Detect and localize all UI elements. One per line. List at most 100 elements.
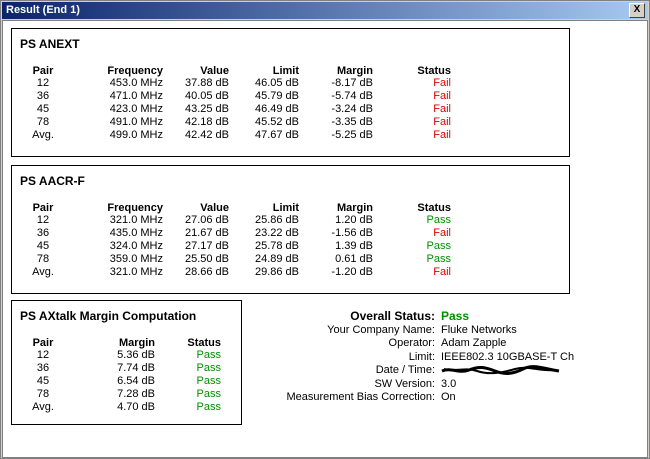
limit-cell: 25.86 dB (254, 214, 299, 226)
status-cell: Fail (433, 227, 451, 239)
limit-cell: 45.52 dB (254, 116, 299, 128)
table-row: 45 324.0 MHz 27.17 dB 25.78 dB 1.39 dB P… (23, 240, 451, 253)
col-header-margin: Margin (336, 64, 373, 77)
window-title: Result (End 1) (6, 4, 80, 16)
operator-value: Adam Zapple (441, 337, 507, 350)
margin-cell: 1.20 dB (335, 214, 373, 226)
company-value: Fluke Networks (441, 323, 517, 336)
datetime-label: Date / Time: (375, 364, 435, 377)
status-cell: Pass (426, 240, 451, 252)
datetime-value-redacted (441, 364, 574, 378)
pair-cell: 12 (36, 214, 50, 226)
ps-aacrf-table: Pair Frequency Value Limit Margin Status… (23, 201, 451, 279)
redaction-scribble (441, 365, 560, 376)
frequency-cell: 471.0 MHz (109, 90, 163, 102)
pair-cell: Avg. (32, 401, 54, 413)
table-row: Avg. 4.70 dB Pass (23, 401, 221, 414)
margin-cell: 1.39 dB (335, 240, 373, 252)
col-header-status: Status (417, 201, 451, 214)
title-bar[interactable]: Result (End 1) X (2, 2, 648, 19)
pair-cell: 36 (36, 227, 50, 239)
limit-row: Limit: IEEE802.3 10GBASE-T Ch (265, 351, 574, 365)
status-cell: Pass (196, 401, 221, 413)
result-window: Result (End 1) X PS ANEXT Pair Frequency… (0, 0, 650, 459)
limit-cell: 47.67 dB (254, 129, 299, 141)
close-button[interactable]: X (629, 3, 645, 18)
pair-cell: 78 (36, 253, 50, 265)
margin-cell: -5.74 dB (331, 90, 373, 102)
pair-cell: 12 (36, 77, 50, 89)
table-header-row: Pair Frequency Value Limit Margin Status (23, 64, 451, 77)
margin-cell: -3.35 dB (331, 116, 373, 128)
frequency-cell: 499.0 MHz (109, 129, 163, 141)
table-row: 12 321.0 MHz 27.06 dB 25.86 dB 1.20 dB P… (23, 214, 451, 227)
table-row: 36 435.0 MHz 21.67 dB 23.22 dB -1.56 dB … (23, 227, 451, 240)
pair-cell: 36 (36, 362, 50, 374)
col-header-margin: Margin (118, 336, 155, 349)
table-row: 45 423.0 MHz 43.25 dB 46.49 dB -3.24 dB … (23, 103, 451, 116)
limit-cell: 24.89 dB (254, 253, 299, 265)
limit-cell: 46.49 dB (254, 103, 299, 115)
table-row: Avg. 499.0 MHz 42.42 dB 47.67 dB -5.25 d… (23, 129, 451, 142)
margin-cell: 4.70 dB (117, 401, 155, 413)
frequency-cell: 321.0 MHz (109, 214, 163, 226)
table-row: 78 7.28 dB Pass (23, 388, 221, 401)
margin-cell: 5.36 dB (117, 349, 155, 361)
status-cell: Pass (196, 349, 221, 361)
frequency-cell: 359.0 MHz (109, 253, 163, 265)
col-header-limit: Limit (272, 201, 299, 214)
limit-label: Limit: (408, 350, 435, 363)
status-cell: Fail (433, 77, 451, 89)
limit-cell: 25.78 dB (254, 240, 299, 252)
table-row: 12 453.0 MHz 37.88 dB 46.05 dB -8.17 dB … (23, 77, 451, 90)
value-cell: 37.88 dB (184, 77, 229, 89)
value-cell: 28.66 dB (184, 266, 229, 278)
sw-version-value: 3.0 (441, 377, 457, 390)
margin-cell: 7.74 dB (117, 362, 155, 374)
col-header-frequency: Frequency (107, 201, 163, 214)
status-cell: Fail (433, 90, 451, 102)
margin-cell: 0.61 dB (335, 253, 373, 265)
col-header-value: Value (200, 201, 229, 214)
margin-cell: -3.24 dB (331, 103, 373, 115)
col-header-pair: Pair (32, 64, 54, 77)
col-header-limit: Limit (272, 64, 299, 77)
table-row: 45 6.54 dB Pass (23, 375, 221, 388)
pair-cell: Avg. (32, 266, 54, 278)
frequency-cell: 453.0 MHz (109, 77, 163, 89)
margin-cell: -1.20 dB (331, 266, 373, 278)
ps-anext-title: PS ANEXT (20, 37, 80, 51)
value-cell: 42.42 dB (184, 129, 229, 141)
col-header-pair: Pair (32, 336, 54, 349)
bias-correction-value: On (441, 391, 456, 404)
overall-status-label: Overall Status: (350, 309, 435, 324)
operator-row: Operator: Adam Zapple (265, 337, 574, 351)
value-cell: 27.17 dB (184, 240, 229, 252)
bias-correction-label: Measurement Bias Correction: (286, 391, 435, 404)
margin-cell: 7.28 dB (117, 388, 155, 400)
bias-correction-row: Measurement Bias Correction: On (265, 391, 574, 405)
value-cell: 42.18 dB (184, 116, 229, 128)
frequency-cell: 423.0 MHz (109, 103, 163, 115)
frequency-cell: 491.0 MHz (109, 116, 163, 128)
table-row: 36 471.0 MHz 40.05 dB 45.79 dB -5.74 dB … (23, 90, 451, 103)
status-cell: Fail (433, 116, 451, 128)
status-cell: Fail (433, 266, 451, 278)
frequency-cell: 324.0 MHz (109, 240, 163, 252)
client-area: PS ANEXT Pair Frequency Value Limit Marg… (2, 20, 648, 458)
margin-cell: -5.25 dB (331, 129, 373, 141)
pair-cell: 45 (36, 375, 50, 387)
table-row: 12 5.36 dB Pass (23, 349, 221, 362)
margin-cell: -8.17 dB (331, 77, 373, 89)
ps-anext-table: Pair Frequency Value Limit Margin Status… (23, 64, 451, 142)
status-cell: Pass (196, 362, 221, 374)
table-row: Avg. 321.0 MHz 28.66 dB 29.86 dB -1.20 d… (23, 266, 451, 279)
sw-version-row: SW Version: 3.0 (265, 378, 574, 392)
col-header-frequency: Frequency (107, 64, 163, 77)
datetime-row: Date / Time: (265, 364, 574, 378)
pair-cell: Avg. (32, 129, 54, 141)
col-header-status: Status (187, 336, 221, 349)
summary-section: Overall Status: Pass Your Company Name: … (265, 310, 574, 405)
col-header-status: Status (417, 64, 451, 77)
table-header-row: Pair Frequency Value Limit Margin Status (23, 201, 451, 214)
